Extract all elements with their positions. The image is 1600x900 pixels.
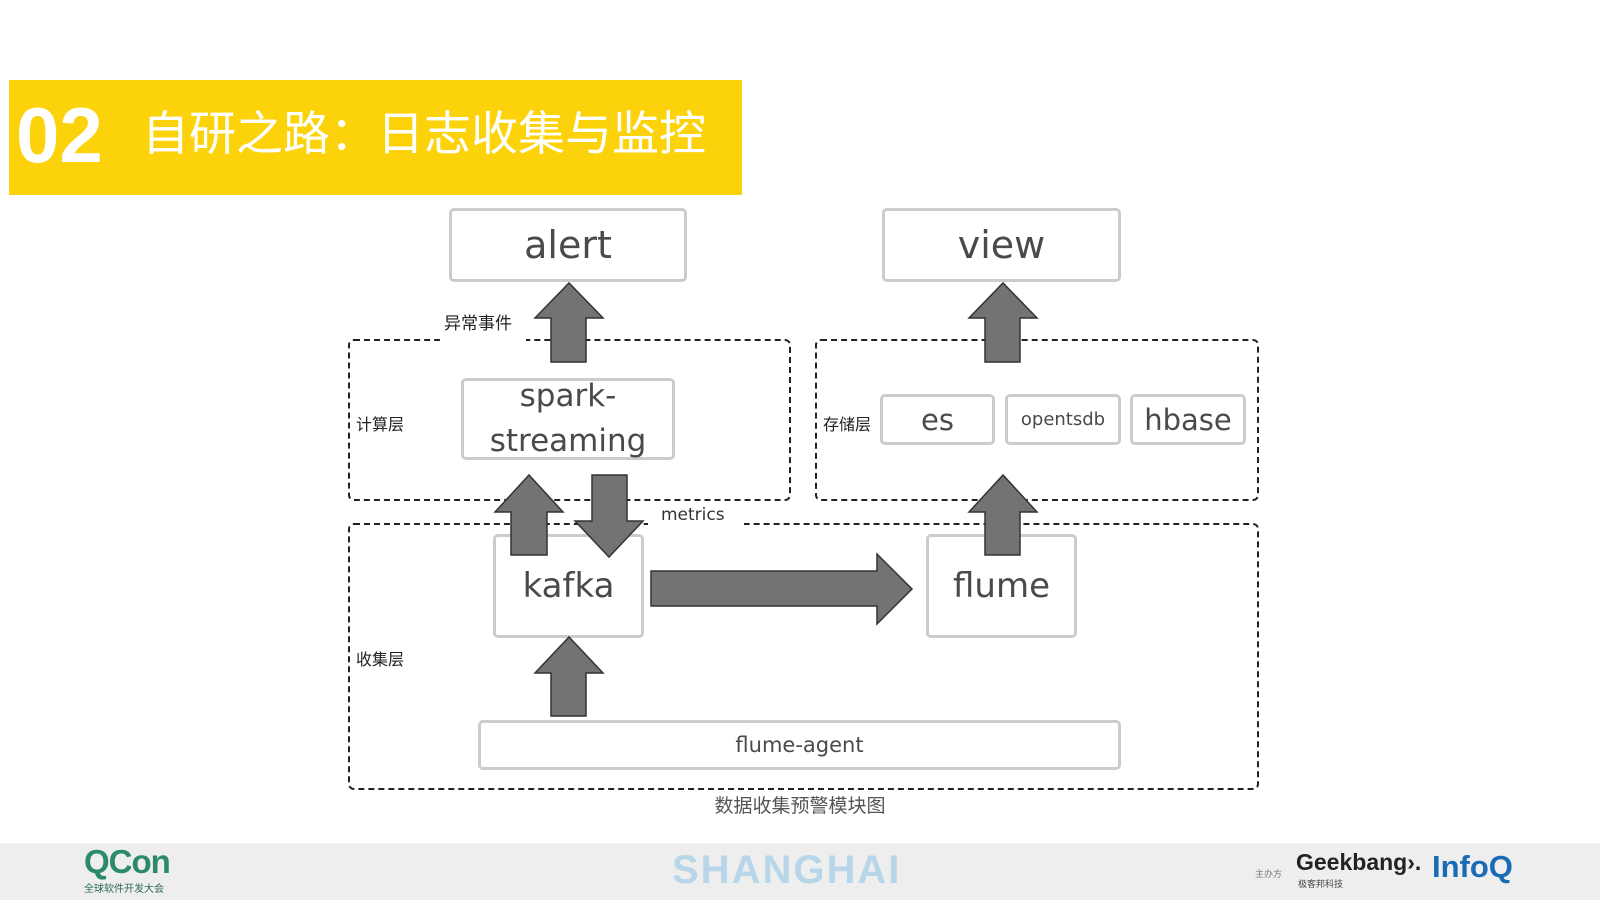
arrow-flume-to-storage bbox=[967, 473, 1039, 556]
city-label: SHANGHAI bbox=[672, 848, 902, 892]
diagram-caption: 数据收集预警模块图 bbox=[714, 795, 886, 817]
arrow-kafka-to-flume bbox=[650, 552, 914, 626]
infoq-logo: InfoQ bbox=[1432, 849, 1513, 884]
arrow-agent-to-kafka bbox=[533, 635, 605, 717]
qcon-subtitle: 全球软件开发大会 bbox=[84, 884, 164, 895]
host-label: 主办方 bbox=[1255, 870, 1283, 880]
arrow-spark-to-kafka-metrics bbox=[573, 474, 645, 559]
arrow-kafka-to-spark bbox=[493, 473, 565, 556]
geekbang-subtitle: 极客邦科技 bbox=[1298, 880, 1344, 890]
qcon-logo: QCon bbox=[84, 843, 171, 880]
arrows-layer bbox=[493, 281, 1039, 717]
arrow-storage-to-view bbox=[967, 281, 1039, 363]
arrow-spark-to-alert bbox=[533, 281, 605, 363]
geekbang-logo: Geekbang›. bbox=[1296, 849, 1422, 875]
